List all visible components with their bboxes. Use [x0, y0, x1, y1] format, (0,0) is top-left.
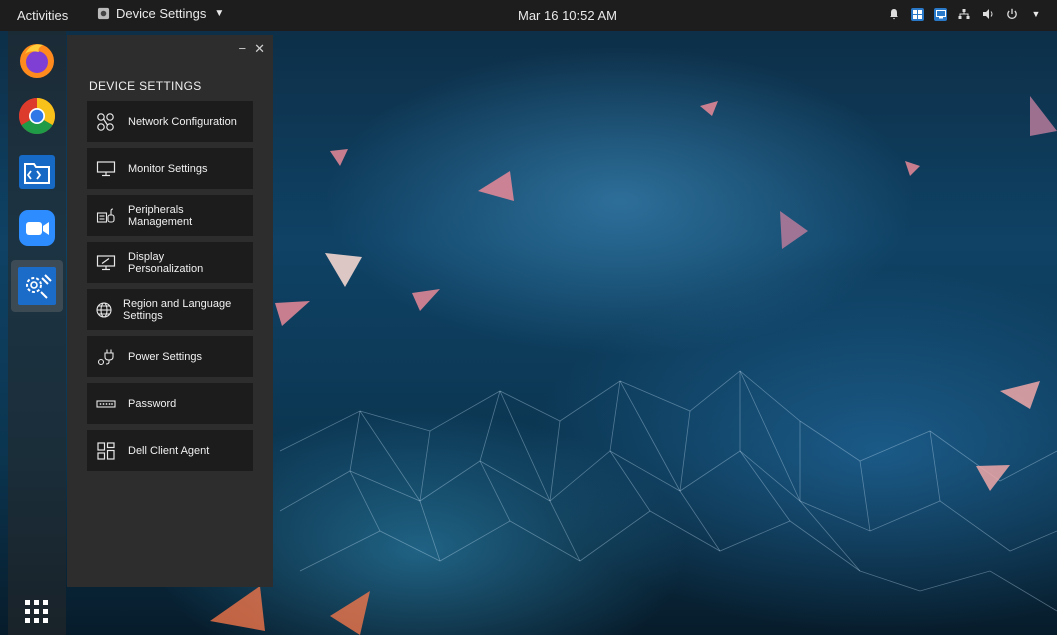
- device-settings-icon[interactable]: [11, 260, 63, 312]
- password-icon: [96, 399, 116, 408]
- network-wired-icon[interactable]: [957, 7, 971, 21]
- chevron-down-icon: ▼: [214, 8, 225, 19]
- menu-item-label: Monitor Settings: [128, 162, 208, 175]
- power-icon[interactable]: [1005, 7, 1019, 21]
- menu-item-label: Password: [128, 397, 177, 410]
- menu-item-label: Peripherals Management: [128, 203, 193, 228]
- app-menu-label: Device Settings: [116, 6, 207, 21]
- menu-item-network-configuration[interactable]: Network Configuration: [87, 101, 253, 142]
- top-bar: Activities Device Settings ▼ Mar 16 10:5…: [0, 0, 1057, 31]
- app-menu[interactable]: Device Settings ▼: [97, 6, 224, 21]
- device-settings-icon: [97, 7, 110, 20]
- dock: [8, 31, 66, 635]
- zoom-icon[interactable]: [16, 207, 58, 249]
- screen-cast-icon[interactable]: [934, 7, 947, 21]
- menu-item-label: Display Personalization: [128, 250, 204, 275]
- menu-item-label: Network Configuration: [128, 115, 237, 128]
- close-button[interactable]: ✕: [254, 41, 265, 57]
- network-icon: [97, 112, 114, 131]
- monitor-icon: [96, 160, 116, 176]
- device-settings-window: − ✕ DEVICE SETTINGS Network Configuratio…: [67, 35, 273, 587]
- menu-item-power-settings[interactable]: Power Settings: [87, 336, 253, 377]
- grid-icon: [97, 441, 115, 460]
- tray-app-icon[interactable]: [911, 7, 924, 21]
- chrome-icon[interactable]: [16, 95, 58, 137]
- display-icon: [96, 254, 116, 270]
- menu-item-dell-client-agent[interactable]: Dell Client Agent: [87, 430, 253, 471]
- panel-title: DEVICE SETTINGS: [89, 79, 202, 93]
- file-manager-icon[interactable]: [16, 151, 58, 193]
- peripherals-icon: [96, 207, 115, 223]
- minimize-button[interactable]: −: [239, 41, 247, 57]
- activities-button[interactable]: Activities: [17, 8, 68, 23]
- menu-item-region-and-language[interactable]: Region and Language Settings: [87, 289, 253, 330]
- clock[interactable]: Mar 16 10:52 AM: [518, 8, 617, 23]
- power-plug-icon: [97, 349, 114, 365]
- menu-item-monitor-settings[interactable]: Monitor Settings: [87, 148, 253, 189]
- menu-item-label: Power Settings: [128, 350, 202, 363]
- app-grid-icon[interactable]: [24, 599, 50, 625]
- system-tray: ▼: [887, 7, 1043, 21]
- menu-item-label: Region and Language Settings: [123, 297, 232, 322]
- window-controls: − ✕: [239, 41, 266, 57]
- firefox-icon[interactable]: [16, 39, 58, 81]
- volume-icon[interactable]: [981, 7, 995, 21]
- menu-item-label: Dell Client Agent: [128, 444, 210, 457]
- chevron-down-icon[interactable]: ▼: [1029, 7, 1043, 21]
- notification-bell-icon[interactable]: [887, 7, 901, 21]
- globe-icon: [96, 301, 112, 318]
- menu-item-display-personalization[interactable]: Display Personalization: [87, 242, 253, 283]
- menu-item-password[interactable]: Password: [87, 383, 253, 424]
- menu-item-peripherals-management[interactable]: Peripherals Management: [87, 195, 253, 236]
